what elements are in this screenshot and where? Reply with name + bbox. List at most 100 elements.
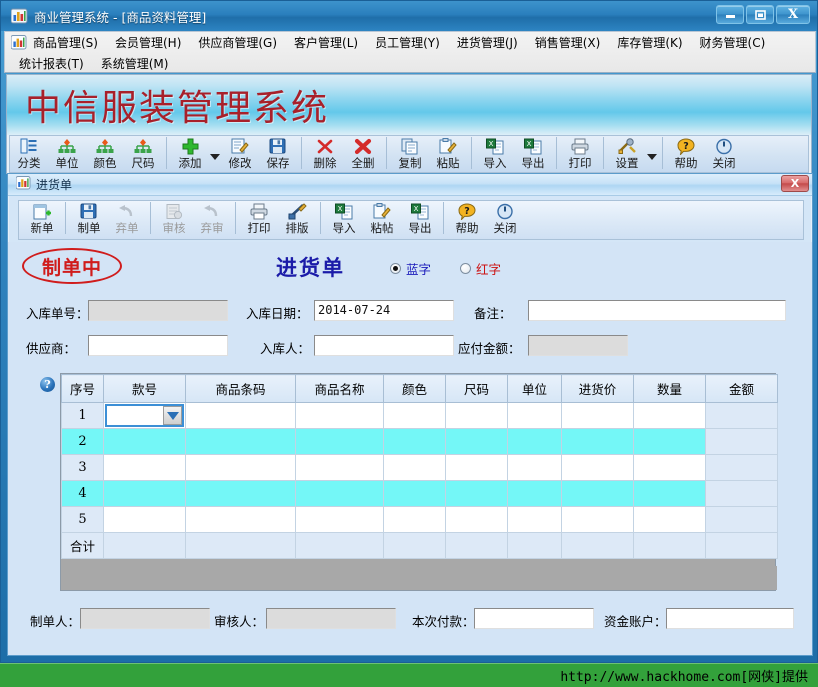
toolbar-button-copy[interactable]: 复制	[391, 136, 429, 172]
grid-col-amount[interactable]: 金额	[705, 374, 778, 403]
cell-unit[interactable]	[507, 402, 562, 429]
toolbar-button-add[interactable]: 添加	[171, 136, 209, 172]
toolbar-button-unit[interactable]: 单位	[48, 136, 86, 172]
radio-blue-entry[interactable]: 蓝字	[390, 259, 431, 278]
chevron-down-icon[interactable]	[163, 406, 182, 425]
auditor-input[interactable]	[266, 608, 396, 629]
grid-col-color[interactable]: 颜色	[383, 374, 446, 403]
cell-qty[interactable]	[633, 428, 706, 455]
menu-item-reports[interactable]: 统计报表(T)	[19, 55, 93, 72]
cell-product-name[interactable]	[295, 402, 384, 429]
menu-item-goods[interactable]: 商品管理(S)	[33, 34, 107, 51]
grid-col-style-no[interactable]: 款号	[103, 374, 186, 403]
menu-item-purchasing[interactable]: 进货管理(J)	[457, 34, 527, 51]
toolbar-button-size[interactable]: 尺码	[124, 136, 162, 172]
cell-size[interactable]	[445, 454, 508, 481]
grid-col-unit[interactable]: 单位	[507, 374, 562, 403]
toolbar-button-help[interactable]: ? 帮助	[667, 136, 705, 172]
menu-item-employees[interactable]: 员工管理(Y)	[375, 34, 449, 51]
cell-price[interactable]	[561, 480, 634, 507]
toolbar-button-close[interactable]: 关闭	[705, 136, 743, 172]
cell-product-name[interactable]	[295, 506, 384, 533]
menu-item-sales[interactable]: 销售管理(X)	[535, 34, 610, 51]
receiver-input[interactable]	[314, 335, 454, 356]
cell-unit[interactable]	[507, 506, 562, 533]
cell-barcode[interactable]	[185, 454, 296, 481]
cell-size[interactable]	[445, 480, 508, 507]
menu-item-suppliers[interactable]: 供应商管理(G)	[198, 34, 286, 51]
cell-size[interactable]	[445, 428, 508, 455]
cell-price[interactable]	[561, 506, 634, 533]
toolbar-button-print[interactable]: 打印	[561, 136, 599, 172]
account-input[interactable]	[666, 608, 794, 629]
cell-price[interactable]	[561, 402, 634, 429]
grid-help-icon[interactable]: ?	[40, 377, 55, 392]
menu-item-finance[interactable]: 财务管理(C)	[700, 34, 775, 51]
table-row[interactable]: 4	[61, 480, 778, 507]
cell-unit[interactable]	[507, 454, 562, 481]
cell-product-name[interactable]	[295, 454, 384, 481]
grid-col-product-name[interactable]: 商品名称	[295, 374, 384, 403]
table-row[interactable]: 5	[61, 506, 778, 533]
toolbar-button-import[interactable]: X 导入	[476, 136, 514, 172]
payment-input[interactable]	[474, 608, 594, 629]
toolbar-button-color[interactable]: 颜色	[86, 136, 124, 172]
cell-color[interactable]	[383, 480, 446, 507]
po-button-new[interactable]: 新单	[23, 201, 61, 237]
table-row[interactable]: 2	[61, 428, 778, 455]
supplier-input[interactable]	[88, 335, 228, 356]
cell-price[interactable]	[561, 454, 634, 481]
maker-input[interactable]	[80, 608, 210, 629]
cell-amount[interactable]	[705, 506, 778, 533]
cell-qty[interactable]	[633, 454, 706, 481]
order-no-input[interactable]	[88, 300, 228, 321]
table-row[interactable]: 1	[61, 402, 778, 429]
minimize-button[interactable]	[716, 5, 744, 24]
cell-qty[interactable]	[633, 480, 706, 507]
menu-item-customers[interactable]: 客户管理(L)	[294, 34, 367, 51]
toolbar-button-delete-all[interactable]: 全删	[344, 136, 382, 172]
cell-style-no-selected[interactable]	[103, 402, 186, 429]
cell-style-no[interactable]	[103, 506, 186, 533]
cell-amount[interactable]	[705, 480, 778, 507]
toolbar-button-category[interactable]: 分类	[10, 136, 48, 172]
cell-style-no[interactable]	[103, 428, 186, 455]
toolbar-button-paste[interactable]: 粘贴	[429, 136, 467, 172]
cell-barcode[interactable]	[185, 428, 296, 455]
menu-item-system[interactable]: 系统管理(M)	[101, 55, 178, 72]
cell-qty[interactable]	[633, 402, 706, 429]
po-button-paste[interactable]: 粘帖	[363, 201, 401, 237]
grid-col-price[interactable]: 进货价	[561, 374, 634, 403]
maximize-button[interactable]	[746, 5, 774, 24]
cell-amount[interactable]	[705, 454, 778, 481]
payable-input[interactable]	[528, 335, 628, 356]
toolbar-button-save[interactable]: 保存	[259, 136, 297, 172]
toolbar-button-modify[interactable]: 修改	[221, 136, 259, 172]
radio-red-entry[interactable]: 红字	[460, 259, 501, 278]
toolbar-button-settings[interactable]: 设置	[608, 136, 646, 172]
cell-unit[interactable]	[507, 480, 562, 507]
in-date-input[interactable]: 2014-07-24	[314, 300, 454, 321]
cell-style-no[interactable]	[103, 454, 186, 481]
toolbar-add-dropdown[interactable]	[209, 136, 221, 172]
remark-input[interactable]	[528, 300, 786, 321]
po-button-make[interactable]: 制单	[70, 201, 108, 237]
close-button[interactable]: X	[776, 5, 810, 24]
cell-barcode[interactable]	[185, 506, 296, 533]
cell-color[interactable]	[383, 506, 446, 533]
cell-price[interactable]	[561, 428, 634, 455]
menu-item-members[interactable]: 会员管理(H)	[115, 34, 190, 51]
cell-color[interactable]	[383, 454, 446, 481]
po-button-import[interactable]: X 导入	[325, 201, 363, 237]
grid-col-index[interactable]: 序号	[61, 374, 104, 403]
menu-item-inventory[interactable]: 库存管理(K)	[617, 34, 691, 51]
po-button-print[interactable]: 打印	[240, 201, 278, 237]
po-button-close[interactable]: 关闭	[486, 201, 524, 237]
cell-color[interactable]	[383, 428, 446, 455]
cell-product-name[interactable]	[295, 480, 384, 507]
cell-amount[interactable]	[705, 428, 778, 455]
cell-product-name[interactable]	[295, 428, 384, 455]
toolbar-button-delete[interactable]: 删除	[306, 136, 344, 172]
grid-col-size[interactable]: 尺码	[445, 374, 508, 403]
cell-barcode[interactable]	[185, 480, 296, 507]
